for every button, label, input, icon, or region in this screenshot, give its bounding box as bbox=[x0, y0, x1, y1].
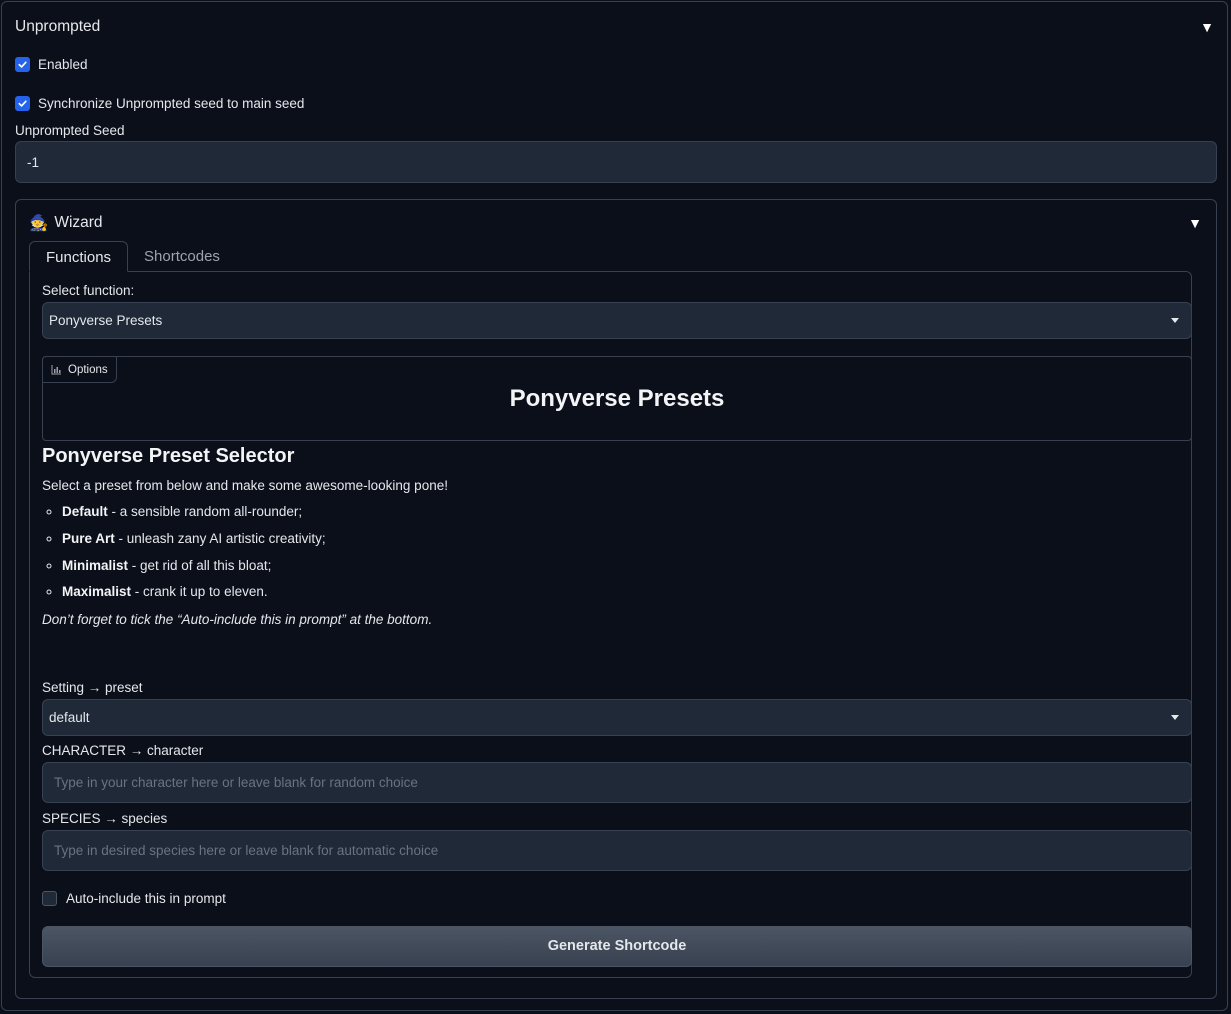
setting-preset-dropdown[interactable]: default bbox=[42, 699, 1192, 736]
enabled-label: Enabled bbox=[38, 57, 88, 72]
preset-name: Default bbox=[62, 504, 108, 519]
dropdown-arrow-icon bbox=[1171, 715, 1179, 720]
list-item: Pure Art - unleash zany AI artistic crea… bbox=[62, 530, 1182, 548]
collapse-triangle-icon[interactable]: ▼ bbox=[1188, 215, 1202, 231]
preset-note: Don’t forget to tick the “Auto-include t… bbox=[42, 612, 433, 627]
checkmark-icon bbox=[18, 100, 27, 107]
species-input[interactable] bbox=[42, 830, 1192, 871]
seed-input[interactable] bbox=[15, 141, 1217, 183]
options-tag-label: Options bbox=[68, 363, 108, 376]
chart-icon bbox=[51, 365, 61, 375]
unprompted-title: Unprompted bbox=[15, 18, 101, 35]
preset-desc: - get rid of all this bloat; bbox=[128, 558, 272, 573]
unprompted-accordion-header[interactable]: Unprompted ▼ bbox=[15, 16, 1214, 38]
options-tag: Options bbox=[42, 356, 117, 383]
preset-description: Ponyverse Preset Selector Select a prese… bbox=[42, 442, 1182, 629]
preset-name: Minimalist bbox=[62, 558, 129, 573]
wizard-tabs: Functions Shortcodes bbox=[29, 241, 236, 272]
sync-seed-checkbox-row[interactable]: Synchronize Unprompted seed to main seed bbox=[15, 96, 304, 111]
setting-preset-value: default bbox=[49, 710, 90, 725]
seed-label: Unprompted Seed bbox=[15, 123, 125, 138]
setting-preset-label: Setting → preset bbox=[42, 680, 143, 695]
enabled-checkbox[interactable] bbox=[15, 57, 30, 72]
preset-desc: - crank it up to eleven. bbox=[131, 584, 268, 599]
preset-selector-heading: Ponyverse Preset Selector bbox=[42, 445, 295, 467]
species-label: SPECIES → species bbox=[42, 811, 168, 826]
dropdown-arrow-icon bbox=[1171, 318, 1179, 323]
select-function-dropdown[interactable]: Ponyverse Presets bbox=[42, 302, 1192, 339]
preset-name: Pure Art bbox=[62, 531, 115, 546]
wizard-panel: 🧙 Wizard ▼ Functions Shortcodes Select f… bbox=[15, 199, 1217, 999]
auto-include-checkbox-row[interactable]: Auto-include this in prompt bbox=[42, 891, 226, 906]
functions-tab-panel: Select function: Ponyverse Presets Optio… bbox=[29, 271, 1192, 978]
list-item: Default - a sensible random all-rounder; bbox=[62, 503, 1182, 521]
character-label: CHARACTER → character bbox=[42, 743, 204, 758]
preset-desc: - unleash zany AI artistic creativity; bbox=[114, 531, 326, 546]
list-item: Minimalist - get rid of all this bloat; bbox=[62, 557, 1182, 575]
wizard-accordion-header[interactable]: 🧙 Wizard ▼ bbox=[29, 212, 1202, 234]
select-function-value: Ponyverse Presets bbox=[49, 313, 163, 328]
enabled-checkbox-row[interactable]: Enabled bbox=[15, 57, 88, 72]
options-block: Options Ponyverse Presets bbox=[42, 356, 1192, 441]
preset-name: Maximalist bbox=[62, 584, 132, 599]
preset-list: Default - a sensible random all-rounder;… bbox=[42, 503, 1182, 601]
wizard-icon: 🧙 bbox=[29, 214, 49, 232]
options-title: Ponyverse Presets bbox=[509, 385, 725, 412]
preset-desc: - a sensible random all-rounder; bbox=[107, 504, 303, 519]
tab-shortcodes[interactable]: Shortcodes bbox=[128, 241, 236, 272]
preset-intro: Select a preset from below and make some… bbox=[42, 478, 448, 493]
sync-seed-label: Synchronize Unprompted seed to main seed bbox=[38, 96, 305, 111]
tab-functions[interactable]: Functions bbox=[29, 241, 129, 272]
collapse-triangle-icon[interactable]: ▼ bbox=[1200, 19, 1214, 35]
character-input[interactable] bbox=[42, 762, 1192, 803]
sync-seed-checkbox[interactable] bbox=[15, 96, 30, 111]
wizard-title: Wizard bbox=[54, 214, 103, 231]
list-item: Maximalist - crank it up to eleven. bbox=[62, 583, 1182, 601]
select-function-label: Select function: bbox=[42, 283, 135, 298]
wizard-title-wrap: 🧙 Wizard bbox=[29, 214, 103, 233]
unprompted-panel: Unprompted ▼ Enabled Synchronize Unpromp… bbox=[1, 1, 1228, 1011]
generate-shortcode-button[interactable]: Generate Shortcode bbox=[42, 926, 1192, 967]
auto-include-checkbox[interactable] bbox=[42, 891, 57, 906]
auto-include-label: Auto-include this in prompt bbox=[66, 891, 226, 906]
checkmark-icon bbox=[18, 61, 27, 68]
